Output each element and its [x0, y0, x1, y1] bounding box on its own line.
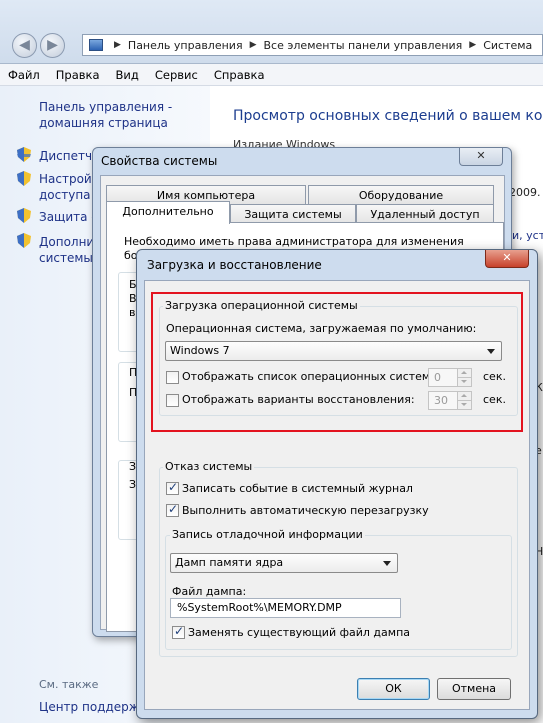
shield-icon — [17, 208, 31, 223]
page-title: Просмотр основных сведений о вашем ком — [233, 108, 543, 124]
cancel-button[interactable]: Отмена — [437, 678, 511, 700]
chevron-right-icon: ▶ — [114, 40, 121, 50]
tab-system-protection[interactable]: Защита системы — [230, 204, 356, 224]
shield-icon — [17, 233, 31, 248]
group-fragment: З — [129, 460, 137, 473]
shield-icon — [17, 171, 31, 186]
group-fragment: З — [129, 478, 137, 491]
group-title: Отказ системы — [163, 460, 255, 473]
text-fragment: 2009. В — [509, 186, 543, 199]
control-panel-home-link[interactable]: Панель управления - домашняя страница — [39, 99, 199, 131]
close-button[interactable]: ✕ — [459, 148, 503, 166]
group-fragment: в — [129, 306, 136, 319]
chevron-right-icon: ▶ — [469, 40, 477, 50]
sidebar-item-system-protection[interactable]: Защита с — [39, 209, 98, 225]
dump-file-input[interactable]: %SystemRoot%\MEMORY.DMP — [170, 598, 401, 618]
ok-button[interactable]: ОК — [357, 678, 430, 700]
control-panel-icon — [89, 39, 103, 51]
dump-type-select[interactable]: Дамп памяти ядра — [170, 553, 398, 573]
dialog-title: Загрузка и восстановление — [147, 258, 322, 272]
overwrite-dump-checkbox[interactable] — [172, 624, 185, 639]
auto-restart-checkbox[interactable] — [166, 502, 179, 517]
dump-file-label: Файл дампа: — [172, 585, 247, 598]
write-event-label: Записать событие в системный журнал — [182, 482, 413, 495]
forward-button[interactable]: ▶ — [40, 33, 65, 58]
breadcrumb-item[interactable]: Панель управления — [128, 39, 243, 52]
menu-help[interactable]: Справка — [214, 68, 265, 82]
tab-advanced[interactable]: Дополнительно — [106, 201, 230, 224]
overwrite-dump-label: Заменять существующий файл дампа — [188, 626, 411, 639]
group-title: Запись отладочной информации — [170, 528, 365, 541]
close-icon: ✕ — [502, 251, 512, 264]
see-also-heading: См. также — [39, 678, 99, 691]
address-bar-area: ◀ ▶ ▶ Панель управления ▶ Все элементы п… — [0, 0, 543, 64]
menu-bar: Файл Правка Вид Сервис Справка — [0, 64, 543, 86]
menu-view[interactable]: Вид — [116, 68, 139, 82]
sidebar-item-advanced-settings[interactable]: Дополнит системы — [39, 234, 101, 266]
menu-file[interactable]: Файл — [8, 68, 40, 82]
dialog-title: Свойства системы — [101, 154, 218, 168]
chevron-right-icon: ▶ — [249, 40, 257, 50]
back-button[interactable]: ◀ — [12, 33, 37, 58]
breadcrumb-item[interactable]: Система — [483, 39, 532, 52]
shield-icon — [17, 147, 31, 162]
highlight-box — [151, 292, 523, 432]
close-icon: ✕ — [476, 149, 486, 162]
write-event-checkbox[interactable] — [166, 480, 179, 495]
sidebar-item-remote-settings[interactable]: Настройка доступа — [39, 171, 106, 203]
tab-remote[interactable]: Удаленный доступ — [356, 204, 494, 224]
breadcrumb[interactable]: ▶ Панель управления ▶ Все элементы панел… — [82, 34, 543, 56]
menu-edit[interactable]: Правка — [56, 68, 100, 82]
tab-hardware[interactable]: Оборудование — [308, 185, 494, 205]
link-fragment[interactable]: и, уста — [512, 229, 543, 242]
auto-restart-label: Выполнить автоматическую перезагрузку — [182, 504, 429, 517]
chevron-down-icon — [383, 561, 391, 566]
breadcrumb-item[interactable]: Все элементы панели управления — [264, 39, 463, 52]
close-button[interactable]: ✕ — [485, 250, 529, 268]
menu-tools[interactable]: Сервис — [155, 68, 198, 82]
dump-type-value: Дамп памяти ядра — [175, 556, 284, 569]
